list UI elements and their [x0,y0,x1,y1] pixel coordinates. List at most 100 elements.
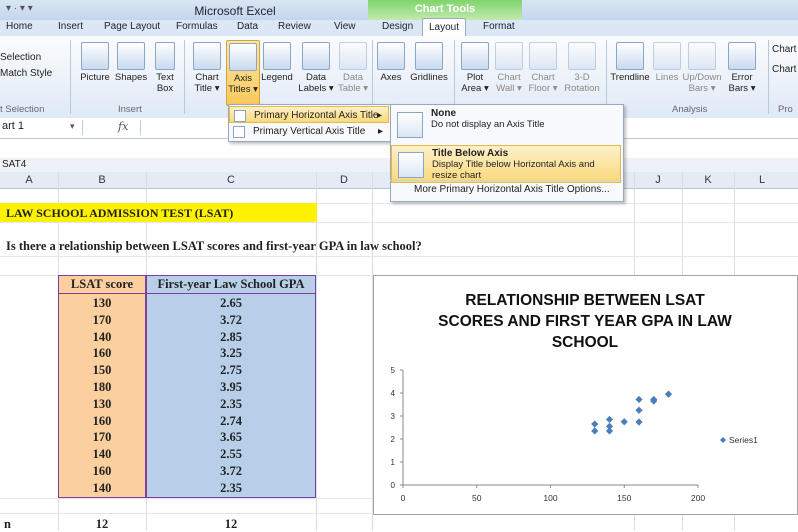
gridlines-button[interactable]: Gridlines [408,42,450,83]
axis-titles-button[interactable]: Axis Titles ▾ [226,40,260,106]
lsat-score-cell[interactable]: 130 [58,397,146,412]
gpa-cell[interactable]: 2.55 [146,447,316,462]
shapes-button[interactable]: Shapes [114,42,148,83]
lsat-score-cell[interactable]: 140 [58,481,146,496]
lsat-score-cell[interactable]: 140 [58,330,146,345]
lsat-score-cell[interactable]: 170 [58,313,146,328]
chart-title-icon [193,42,221,70]
lsat-score-cell[interactable]: 160 [58,464,146,479]
data-point [620,418,628,426]
legend-button[interactable]: Legend [260,42,294,83]
gpa-cell[interactable]: 2.74 [146,414,316,429]
gpa-cell[interactable]: 3.25 [146,346,316,361]
gridlines-icon [415,42,443,70]
gpa-cell[interactable]: 3.72 [146,464,316,479]
trendline-button[interactable]: Trendline [608,42,652,83]
text-box-button[interactable]: Text Box [150,42,180,94]
no-axis-title-icon [397,112,423,138]
data-point [635,418,643,426]
menu-item-primary-vertical-axis-title[interactable]: Primary Vertical Axis Title ▸ [229,123,389,140]
chart-wall-button[interactable]: Chart Wall ▾ [492,42,526,94]
menu-item-primary-horizontal-axis-title[interactable]: Primary Horizontal Axis Title ▸ [229,106,389,123]
insert-function-icon[interactable]: fx [118,120,128,133]
data-labels-button[interactable]: Data Labels ▾ [296,42,336,94]
x-tick-label: 50 [472,493,482,503]
data-table-button[interactable]: Data Table ▾ [336,42,370,94]
option-none[interactable]: None Do not display an Axis Title [391,106,621,144]
legend-icon [263,42,291,70]
column-header-k[interactable]: K [682,174,734,186]
lsat-score-cell[interactable]: 160 [58,414,146,429]
column-header-d[interactable]: D [316,174,372,186]
tab-formulas[interactable]: Formulas [176,21,218,32]
column-header-b[interactable]: B [58,174,146,186]
data-table-icon [339,42,367,70]
n-value-lsat: 12 [95,517,109,531]
tab-format[interactable]: Format [483,21,515,32]
chart-name-field[interactable]: Chart [772,64,796,75]
x-tick-label: 0 [401,493,406,503]
column-header-l[interactable]: L [734,174,790,186]
picture-button[interactable]: Picture [78,42,112,83]
axis-titles-menu: Primary Horizontal Axis Title ▸ Primary … [228,104,392,142]
table-header-gpa: First-year Law School GPA [157,277,305,291]
chart-wall-icon [495,42,523,70]
gpa-cell[interactable]: 3.95 [146,380,316,395]
gpa-cell[interactable]: 2.35 [146,481,316,496]
tab-view[interactable]: View [334,21,356,32]
submenu-arrow-icon: ▸ [376,110,382,121]
chart-title-button[interactable]: Chart Title ▾ [190,42,224,94]
3d-rotation-button[interactable]: 3-D Rotation [562,42,602,94]
column-header-j[interactable]: J [634,174,682,186]
up-down-bars-icon [688,42,716,70]
axes-button[interactable]: Axes [376,42,406,83]
group-divider [372,40,373,114]
gpa-cell[interactable]: 3.72 [146,313,316,328]
axis-titles-icon [229,43,257,71]
x-tick-label: 200 [691,493,705,503]
tab-design[interactable]: Design [382,21,413,32]
tab-layout[interactable]: Layout [422,18,467,37]
gpa-cell[interactable]: 2.35 [146,397,316,412]
gpa-cell[interactable]: 2.75 [146,363,316,378]
lsat-score-cell[interactable]: 170 [58,430,146,445]
chart-floor-button[interactable]: Chart Floor ▾ [526,42,560,94]
tab-insert[interactable]: Insert [58,21,83,32]
gpa-cell[interactable]: 2.85 [146,330,316,345]
text-box-icon [155,42,175,70]
y-tick-label: 3 [391,412,396,421]
chart-plot-svg: 0123450 50 100 150 200Series1 [391,366,759,503]
gpa-cell[interactable]: 3.65 [146,430,316,445]
lsat-score-cell[interactable]: 140 [58,447,146,462]
3d-rotation-icon [568,42,596,70]
n-value-gpa: 12 [224,517,238,531]
more-axis-title-options[interactable]: More Primary Horizontal Axis Title Optio… [390,181,620,198]
lines-button[interactable]: Lines [652,42,682,83]
format-selection-button[interactable]: Selection [0,52,41,63]
tab-page-layout[interactable]: Page Layout [104,21,160,32]
lsat-score-cell[interactable]: 160 [58,346,146,361]
tab-data[interactable]: Data [237,21,258,32]
chart-floor-icon [529,42,557,70]
tab-review[interactable]: Review [278,21,311,32]
table-header-lsat: LSAT score [70,277,134,291]
lsat-score-cell[interactable]: 150 [58,363,146,378]
name-box-dropdown-icon[interactable]: ▾ [70,121,75,132]
plot-area-button[interactable]: Plot Area ▾ [458,42,492,94]
reset-match-style-button[interactable]: Match Style [0,68,52,79]
header-underline [58,293,316,294]
tab-home[interactable]: Home [6,21,33,32]
group-label-insert: Insert [118,104,142,115]
lsat-score-cell[interactable]: 180 [58,380,146,395]
n-label: n [4,517,11,531]
column-header-c[interactable]: C [146,174,316,186]
error-bars-button[interactable]: Error Bars ▾ [722,42,762,94]
lsat-score-cell[interactable]: 130 [58,296,146,311]
column-header-a[interactable]: A [0,174,58,186]
up-down-bars-button[interactable]: Up/Down Bars ▾ [682,42,722,94]
grid-line [0,222,798,223]
gpa-cell[interactable]: 2.65 [146,296,316,311]
plot-area-icon [461,42,489,70]
x-tick-label: 100 [543,493,557,503]
option-title-below-axis[interactable]: Title Below Axis Display Title below Hor… [391,145,621,183]
